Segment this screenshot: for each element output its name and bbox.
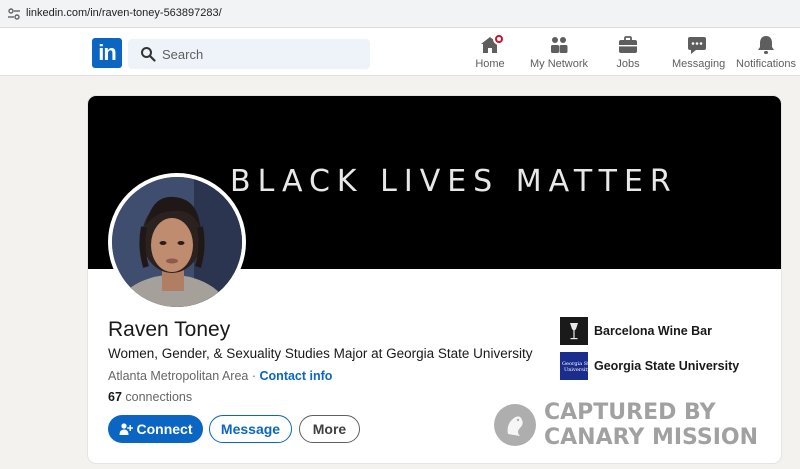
top-nav: in Home My Network Jobs [0, 28, 800, 76]
org-name: Georgia State University [594, 359, 740, 373]
canary-bird-icon [494, 404, 536, 446]
search-input[interactable] [162, 39, 362, 69]
nav-jobs[interactable]: Jobs [613, 34, 643, 70]
nav-my-network[interactable]: My Network [529, 34, 589, 70]
gsu-logo-icon: Georgia State University [560, 352, 588, 380]
connections-number: 67 [108, 390, 122, 404]
briefcase-icon [619, 36, 637, 53]
bell-icon [758, 36, 774, 54]
svg-text:University: University [564, 367, 588, 373]
search-bar[interactable] [128, 39, 370, 69]
profile-location-row: Atlanta Metropolitan Area · Contact info [108, 369, 332, 383]
nav-notifications-label: Notifications [736, 58, 796, 70]
connections-count[interactable]: 67 connections [108, 390, 192, 404]
org-name: Barcelona Wine Bar [594, 324, 712, 338]
nav-jobs-label: Jobs [616, 58, 640, 70]
url-text[interactable]: linkedin.com/in/raven-toney-563897283/ [26, 7, 222, 19]
profile-photo[interactable] [108, 173, 246, 311]
experience-barcelona-wine-bar[interactable]: Barcelona Wine Bar [560, 317, 712, 345]
watermark-line-1: CAPTURED BY [544, 400, 716, 425]
chat-icon [688, 37, 706, 54]
add-person-icon [119, 423, 133, 435]
search-icon [141, 47, 156, 62]
connect-button-label: Connect [136, 421, 193, 437]
barcelona-logo-icon [560, 317, 588, 345]
nav-home-label: Home [475, 58, 505, 70]
more-button-label: More [312, 421, 347, 437]
nav-home[interactable]: Home [474, 33, 506, 70]
watermark-text: CAPTURED BY CANARY MISSION [544, 400, 758, 450]
network-icon [551, 37, 568, 53]
canary-mission-watermark: CAPTURED BY CANARY MISSION [494, 400, 764, 452]
contact-info-link[interactable]: Contact info [260, 369, 333, 383]
nav-notifications[interactable]: Notifications [736, 34, 796, 70]
watermark-line-2: CANARY MISSION [544, 425, 759, 450]
linkedin-logo[interactable]: in [92, 38, 122, 68]
profile-name: Raven Toney [108, 318, 231, 341]
profile-headline: Women, Gender, & Sexuality Studies Major… [108, 346, 533, 361]
message-button[interactable]: Message [209, 415, 292, 443]
profile-location: Atlanta Metropolitan Area [108, 369, 249, 383]
person-photo-illustration [112, 177, 242, 307]
site-settings-icon[interactable] [7, 7, 21, 21]
nav-my-network-label: My Network [529, 58, 589, 70]
more-button[interactable]: More [299, 415, 360, 443]
banner-text: BLACK LIVES MATTER [230, 164, 678, 199]
nav-messaging[interactable]: Messaging [672, 34, 726, 70]
browser-url-bar[interactable]: linkedin.com/in/raven-toney-563897283/ [0, 0, 800, 28]
location-separator: · [251, 369, 257, 383]
nav-messaging-label: Messaging [672, 58, 726, 70]
connections-label: connections [125, 390, 193, 404]
message-button-label: Message [220, 421, 281, 437]
notification-badge [493, 33, 505, 45]
education-georgia-state-university[interactable]: Georgia State University Georgia State U… [560, 352, 739, 380]
connect-button[interactable]: Connect [108, 415, 203, 443]
